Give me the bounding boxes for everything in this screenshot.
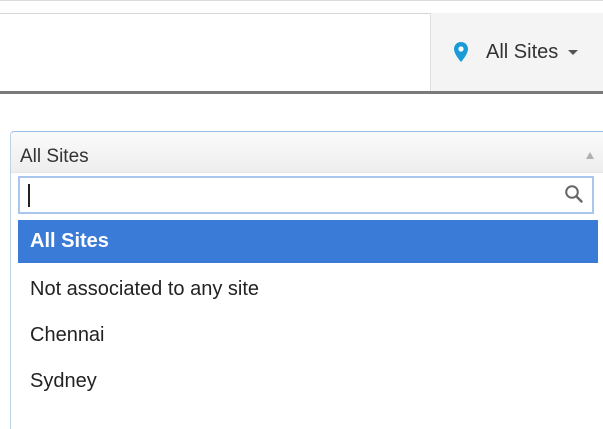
site-selector-label: All Sites xyxy=(486,40,559,63)
text-cursor xyxy=(28,184,30,207)
search-icon xyxy=(565,185,583,203)
search-box xyxy=(18,176,594,214)
dropdown-toggle[interactable]: All Sites xyxy=(11,132,603,173)
option-all-sites[interactable]: All Sites xyxy=(18,220,598,263)
site-dropdown: All Sites All Sites Not associated to an… xyxy=(10,131,603,429)
site-selector-button[interactable]: All Sites xyxy=(430,13,603,91)
chevron-down-icon xyxy=(568,49,579,55)
options-list: All Sites Not associated to any site Che… xyxy=(18,220,598,404)
option-not-associated[interactable]: Not associated to any site xyxy=(18,266,598,312)
chevron-up-icon xyxy=(586,152,594,159)
dropdown-selected-value: All Sites xyxy=(20,146,89,167)
page: All Sites All Sites All Sites Not associ… xyxy=(0,0,603,429)
top-header: All Sites xyxy=(0,0,603,94)
option-chennai[interactable]: Chennai xyxy=(18,312,598,358)
location-pin-icon xyxy=(454,42,468,62)
option-sydney[interactable]: Sydney xyxy=(18,358,598,404)
search-input[interactable] xyxy=(20,178,560,212)
